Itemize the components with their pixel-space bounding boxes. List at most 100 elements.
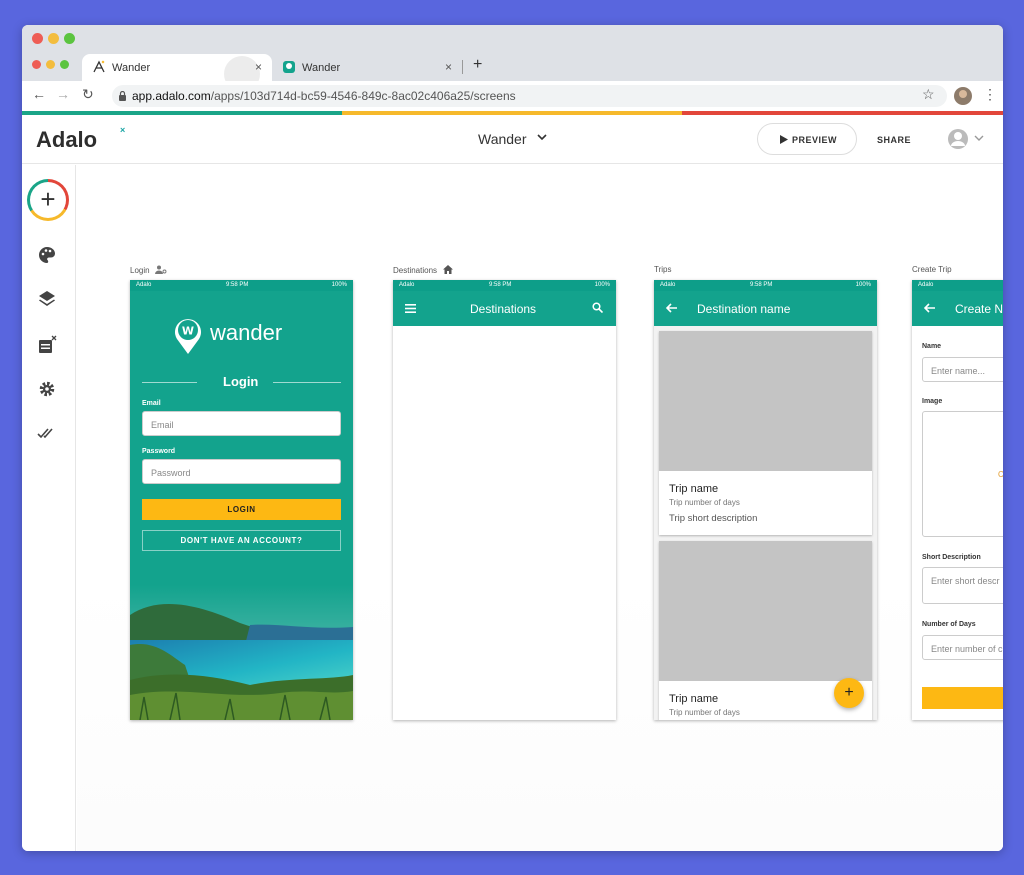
screen-create-trip[interactable]: Adalo Create N Name Enter name... Image …	[912, 280, 1003, 720]
app-name-selector[interactable]: Wander	[478, 131, 527, 147]
home-icon	[443, 265, 454, 274]
window-titlebar	[22, 25, 1003, 51]
back-arrow-icon[interactable]	[666, 303, 677, 313]
trip-days: Trip number of days	[669, 708, 740, 717]
screen-trips[interactable]: Adalo 9:58 PM 100% Destination name Trip…	[654, 280, 877, 720]
app-bar: Destinations	[393, 291, 616, 326]
add-component-button[interactable]: +	[27, 179, 69, 221]
url-field[interactable]: app.adalo.com/apps/103d714d-bc59-4546-84…	[112, 85, 947, 107]
tab-title: Wander	[302, 62, 341, 74]
password-placeholder: Password	[151, 468, 191, 478]
app-bar: Destination name	[654, 291, 877, 326]
share-button[interactable]: SHARE	[877, 135, 911, 145]
svg-text:W: W	[182, 325, 194, 338]
image-label: Image	[922, 398, 943, 405]
tab-divider	[462, 60, 463, 74]
screen-label-create-trip[interactable]: Create Trip	[912, 265, 952, 274]
login-title: Login	[223, 374, 259, 389]
status-battery: 100%	[331, 282, 347, 288]
name-label: Name	[922, 343, 942, 350]
url-path: /apps/103d714d-bc59-4546-849c-8ac02c406a…	[210, 89, 516, 103]
tab-strip: Wander × Wander × +	[22, 51, 1003, 92]
close-window-button[interactable]	[32, 33, 43, 44]
status-carrier: Adalo	[918, 282, 934, 288]
signup-button[interactable]: DON'T HAVE AN ACCOUNT?	[142, 530, 341, 551]
browser-menu-icon[interactable]: ⋮	[983, 86, 997, 103]
status-time: 9:58 PM	[226, 282, 249, 288]
screen-label-login[interactable]: Login	[130, 265, 167, 275]
screen-destinations[interactable]: Adalo 9:58 PM 100% Destinations	[393, 280, 616, 720]
status-battery: 100%	[855, 282, 871, 288]
wander-favicon-icon	[283, 61, 295, 73]
screens-canvas: Login Adalo 9:58 PM 100% W wander Login …	[77, 165, 1003, 851]
screen-label-text: Login	[130, 266, 150, 275]
status-time: 9:58 PM	[750, 282, 773, 288]
number-of-days-field[interactable]: Enter number of c	[922, 635, 1003, 660]
left-sidebar: +	[22, 165, 76, 851]
short-description-field[interactable]: Enter short descr	[922, 567, 1003, 604]
status-bar: Adalo 9:58 PM 100%	[654, 280, 877, 291]
trip-days: Trip number of days	[669, 498, 740, 507]
account-chevron-icon[interactable]	[974, 135, 984, 142]
email-placeholder: Email	[151, 420, 174, 430]
plus-icon: +	[30, 182, 66, 218]
back-icon[interactable]: ←	[32, 86, 46, 102]
bookmark-star-icon[interactable]: ☆	[922, 86, 935, 103]
adalo-logo[interactable]: Adalo ×	[36, 125, 125, 153]
reload-icon[interactable]: ↻	[82, 86, 94, 103]
status-bar: Adalo 9:58 PM 100%	[393, 280, 616, 291]
login-button[interactable]: LOGIN	[142, 499, 341, 520]
database-icon[interactable]	[37, 335, 57, 355]
screen-label-destinations[interactable]: Destinations	[393, 265, 454, 275]
password-field[interactable]: Password	[142, 459, 341, 484]
address-bar: ← → ↻ app.adalo.com/apps/103d714d-bc59-4…	[22, 81, 1003, 111]
number-of-days-placeholder: Enter number of c	[931, 644, 1003, 654]
screen-label-trips[interactable]: Trips	[654, 265, 671, 274]
app-bar: Create N	[912, 291, 1003, 326]
close-tab-icon[interactable]: ×	[255, 60, 262, 74]
image-picker-hint: C	[998, 470, 1003, 479]
profile-avatar[interactable]	[954, 87, 972, 105]
status-carrier: Adalo	[136, 282, 152, 288]
close-tab-icon[interactable]: ×	[445, 60, 452, 74]
account-icon[interactable]	[947, 128, 969, 150]
back-arrow-icon[interactable]	[924, 303, 935, 313]
status-carrier: Adalo	[399, 282, 415, 288]
layers-icon[interactable]	[37, 289, 57, 309]
wander-logo-icon: W	[175, 319, 201, 354]
tab-wander-adalo[interactable]: Wander ×	[82, 54, 272, 92]
image-picker[interactable]: C	[922, 411, 1003, 537]
screen-login[interactable]: Adalo 9:58 PM 100% W wander Login Email …	[130, 280, 353, 720]
maximize-window-button[interactable]	[64, 33, 75, 44]
divider-right	[273, 382, 341, 383]
trip-image-placeholder	[659, 331, 872, 471]
short-description-label: Short Description	[922, 554, 981, 561]
url-host: app.adalo.com	[132, 89, 211, 103]
email-label: Email	[142, 400, 161, 407]
gear-icon[interactable]	[37, 379, 57, 399]
tab-wander-app[interactable]: Wander ×	[272, 54, 462, 81]
add-trip-fab[interactable]: +	[834, 678, 864, 708]
forward-icon[interactable]: →	[56, 86, 70, 102]
chevron-down-icon[interactable]	[537, 133, 547, 141]
palette-icon[interactable]	[37, 245, 57, 265]
status-battery: 100%	[594, 282, 610, 288]
search-icon[interactable]	[592, 302, 603, 313]
create-trip-button[interactable]: C	[922, 687, 1003, 709]
trip-image-placeholder	[659, 541, 872, 681]
new-tab-button[interactable]: +	[473, 56, 482, 74]
adalo-favicon-icon	[93, 60, 105, 73]
short-description-placeholder: Enter short descr	[931, 576, 1000, 586]
checks-icon[interactable]	[37, 423, 57, 443]
app-bar-title: Destinations	[470, 302, 537, 316]
trip-card[interactable]: Trip name Trip number of days Trip short…	[659, 331, 872, 535]
name-field[interactable]: Enter name...	[922, 357, 1003, 382]
hamburger-menu-icon[interactable]	[405, 304, 416, 313]
preview-button[interactable]: PREVIEW	[757, 123, 857, 155]
email-field[interactable]: Email	[142, 411, 341, 436]
number-of-days-label: Number of Days	[922, 621, 976, 628]
app-header: Adalo × Wander PREVIEW SHARE	[22, 115, 1003, 164]
status-bar: Adalo	[912, 280, 1003, 291]
logo-text: Adalo	[36, 127, 98, 152]
minimize-window-button[interactable]	[48, 33, 59, 44]
